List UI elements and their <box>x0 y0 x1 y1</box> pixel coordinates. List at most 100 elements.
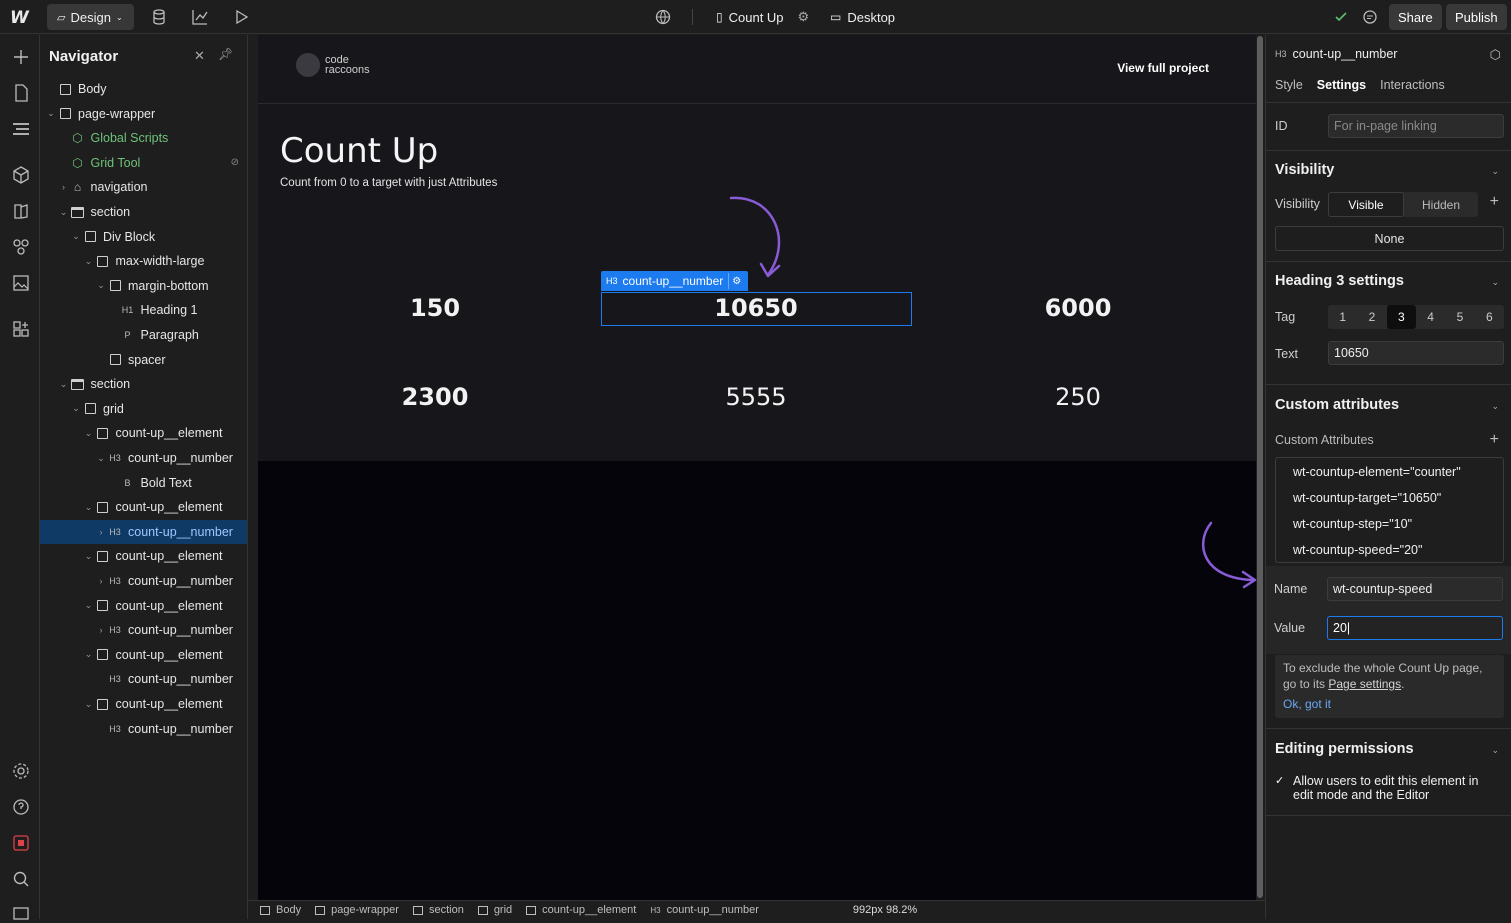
analytics-icon[interactable] <box>191 8 209 26</box>
add-condition-icon[interactable]: + <box>1490 193 1499 211</box>
video-icon[interactable] <box>11 903 31 923</box>
chevron-down-icon[interactable]: ⌄ <box>1491 745 1499 756</box>
navigator-item[interactable]: ⌄ count-up__element <box>40 544 247 568</box>
tag-h2[interactable]: 2 <box>1357 305 1386 329</box>
visibility-section-title[interactable]: Visibility <box>1275 162 1334 178</box>
hidden-option[interactable]: Hidden <box>1404 192 1478 217</box>
expand-caret-icon[interactable]: ⌄ <box>84 502 94 513</box>
tag-h5[interactable]: 5 <box>1445 305 1474 329</box>
navigator-item[interactable]: B Bold Text <box>40 471 247 495</box>
expand-caret-icon[interactable]: ⌄ <box>59 379 69 390</box>
expand-caret-icon[interactable]: ⌄ <box>84 428 94 439</box>
navigator-item[interactable]: › H3 count-up__number <box>40 569 247 593</box>
breakpoint-selector[interactable]: ▭ Desktop <box>830 0 895 34</box>
tag-h1[interactable]: 1 <box>1328 305 1357 329</box>
navigator-item[interactable]: › H3 count-up__number <box>40 519 247 544</box>
expand-caret-icon[interactable]: ⌄ <box>71 231 81 242</box>
record-icon[interactable] <box>11 833 31 853</box>
count-number-4[interactable]: 2300 <box>280 383 590 411</box>
navigator-item[interactable]: ⌄ count-up__element <box>40 643 247 667</box>
navigator-item[interactable]: › H3 count-up__number <box>40 618 247 642</box>
breadcrumb-grid[interactable]: grid <box>477 904 512 916</box>
custom-attributes-title[interactable]: Custom attributes <box>1275 397 1399 413</box>
preview-play-icon[interactable] <box>232 8 250 26</box>
count-number-6[interactable]: 250 <box>923 383 1233 411</box>
page-paragraph[interactable]: Count from 0 to a target with just Attri… <box>280 177 497 189</box>
variables-icon[interactable] <box>11 201 31 221</box>
visibility-hidden-icon[interactable]: ⊘ <box>231 157 239 168</box>
attribute-item[interactable]: wt-countup-step="10" <box>1293 517 1412 531</box>
none-condition-button[interactable]: None <box>1275 226 1504 251</box>
expand-caret-icon[interactable]: ⌄ <box>71 403 81 414</box>
chevron-down-icon[interactable]: ⌄ <box>1491 166 1499 177</box>
navigator-item[interactable]: ⬡ Global Scripts <box>40 126 247 150</box>
comments-icon[interactable] <box>1361 8 1379 26</box>
expand-caret-icon[interactable]: ⌄ <box>59 207 69 218</box>
tag-h6[interactable]: 6 <box>1475 305 1504 329</box>
cms-icon[interactable] <box>150 8 168 26</box>
navigator-item[interactable]: Body <box>40 77 247 101</box>
editing-permissions-title[interactable]: Editing permissions <box>1275 741 1414 757</box>
settings-gear-icon[interactable] <box>11 761 31 781</box>
attribute-value-field[interactable]: 20 | <box>1327 616 1503 640</box>
search-icon[interactable] <box>11 869 31 889</box>
visible-option[interactable]: Visible <box>1328 192 1404 217</box>
globe-icon[interactable] <box>654 8 672 26</box>
heading-settings-title[interactable]: Heading 3 settings <box>1275 273 1404 289</box>
webflow-logo[interactable]: W <box>10 8 29 28</box>
components-icon[interactable] <box>11 165 31 185</box>
navigator-item[interactable]: ⌄ count-up__element <box>40 692 247 716</box>
page-settings-link[interactable]: Page settings <box>1328 677 1401 691</box>
count-number-5[interactable]: 5555 <box>601 383 911 411</box>
tab-style[interactable]: Style <box>1275 78 1303 92</box>
tag-h3[interactable]: 3 <box>1386 305 1416 329</box>
navigator-item[interactable]: H3 count-up__number <box>40 717 247 741</box>
checkbox-checked-icon[interactable]: ✓ <box>1275 774 1287 787</box>
collapsed-caret-icon[interactable]: › <box>96 576 106 586</box>
navigator-item[interactable]: ⌄ page-wrapper <box>40 102 247 126</box>
id-field[interactable]: For in-page linking <box>1328 114 1504 138</box>
breadcrumb-section[interactable]: section <box>412 904 464 916</box>
page-heading[interactable]: Count Up <box>280 131 438 171</box>
expand-caret-icon[interactable]: ⌄ <box>84 256 94 267</box>
help-icon[interactable] <box>11 797 31 817</box>
close-icon[interactable]: ✕ <box>194 48 205 64</box>
tab-settings[interactable]: Settings <box>1317 78 1366 92</box>
view-full-project-link[interactable]: View full project <box>1117 61 1209 75</box>
tab-interactions[interactable]: Interactions <box>1380 78 1445 92</box>
navigator-item[interactable]: H1 Heading 1 <box>40 298 247 322</box>
navigator-item[interactable]: ⌄ grid <box>40 397 247 421</box>
pin-icon[interactable]: 📌︎ <box>218 47 233 61</box>
apps-icon[interactable] <box>11 319 31 339</box>
expand-caret-icon[interactable]: ⌄ <box>84 551 94 562</box>
navigator-item[interactable]: ⌄ section <box>40 200 247 224</box>
code-raccoons-logo[interactable]: code raccoons <box>296 53 370 77</box>
share-button[interactable]: Share <box>1389 4 1442 30</box>
expand-caret-icon[interactable]: ⌄ <box>84 649 94 660</box>
attribute-name-field[interactable]: wt-countup-speed <box>1327 577 1503 601</box>
navigator-item[interactable]: ⌄ Div Block <box>40 225 247 249</box>
style-selectors-icon[interactable] <box>11 237 31 257</box>
navigator-item[interactable]: ⌄ section <box>40 372 247 396</box>
canvas-scrollbar[interactable] <box>1257 36 1263 898</box>
ok-got-it-link[interactable]: Ok, got it <box>1283 696 1496 712</box>
navigator-item[interactable]: ⬡ Grid Tool ⊘ <box>40 151 247 175</box>
navigator-item[interactable]: › ⌂ navigation <box>40 175 247 199</box>
navigator-item[interactable]: P Paragraph <box>40 323 247 347</box>
navigator-item[interactable]: ⌄ count-up__element <box>40 421 247 445</box>
page-settings-gear-icon[interactable]: ⚙ <box>798 9 810 25</box>
count-number-1[interactable]: 150 <box>280 294 590 322</box>
heading-text-field[interactable]: 10650 <box>1328 341 1504 365</box>
collapsed-caret-icon[interactable]: › <box>59 182 69 192</box>
expand-caret-icon[interactable]: ⌄ <box>96 453 106 464</box>
navigator-item[interactable]: H3 count-up__number <box>40 667 247 691</box>
breadcrumb-page-wrapper[interactable]: page-wrapper <box>315 904 399 916</box>
count-number-3[interactable]: 6000 <box>923 294 1233 322</box>
navigator-item[interactable]: ⌄ max-width-large <box>40 249 247 273</box>
design-mode-button[interactable]: ▱ Design ⌄ <box>47 4 134 30</box>
pages-icon[interactable] <box>11 83 31 103</box>
breadcrumb-count-up-number[interactable]: H3 count-up__number <box>650 904 759 916</box>
assets-icon[interactable] <box>11 273 31 293</box>
expand-caret-icon[interactable]: ⌄ <box>96 280 106 291</box>
expand-caret-icon[interactable]: ⌄ <box>84 699 94 710</box>
